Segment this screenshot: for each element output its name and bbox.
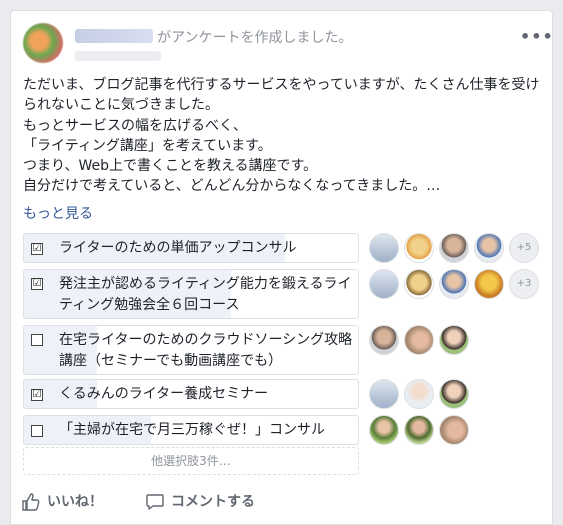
poll-option-5[interactable]: 「主婦が在宅で月三万稼ぐぜ！」コンサル [23,415,359,445]
more-options-icon[interactable]: ••• [520,27,554,46]
post-action-text: がアンケートを作成しました。 [157,30,353,46]
poll-option-label: 在宅ライターのためのクラウドソーシング攻略講座（セミナーでも動画講座でも） [59,332,353,369]
poll-option-3[interactable]: 在宅ライターのためのクラウドソーシング攻略講座（セミナーでも動画講座でも） [23,325,359,375]
voter-avatar[interactable] [369,269,399,299]
like-button[interactable]: いいね！ [21,490,111,514]
voter-avatar[interactable] [369,325,399,355]
checkbox-icon[interactable]: ☑ [31,389,43,401]
voter-avatar[interactable] [474,269,504,299]
voter-avatar[interactable] [439,325,469,355]
voter-avatar[interactable] [439,379,469,409]
see-more-link[interactable]: もっと見る [23,203,93,223]
checkbox-icon[interactable] [31,334,43,346]
comment-icon [146,494,164,510]
checkbox-icon[interactable]: ☑ [31,278,43,290]
voter-avatar[interactable] [439,415,469,445]
post-actions: いいね！ コメントする [21,488,321,516]
voter-avatar[interactable] [439,269,469,299]
poll-option-1[interactable]: ☑ ライターのための単価アップコンサル [23,233,359,263]
voter-avatar[interactable] [404,379,434,409]
post-header: がアンケートを作成しました。 ••• [23,23,553,63]
poll-option-label: 「主婦が在宅で月三万稼ぐぜ！」コンサル [59,422,325,438]
voter-avatar[interactable] [369,379,399,409]
voter-avatar[interactable] [404,325,434,355]
comment-label: コメントする [171,494,255,510]
poll-option-label: くるみんのライター養成セミナー [59,386,269,402]
voter-avatar[interactable] [369,233,399,263]
more-voters-badge[interactable]: +3 [509,269,539,299]
like-label: いいね！ [47,494,103,510]
author-avatar[interactable] [23,23,63,63]
more-voters-badge[interactable]: +5 [509,233,539,263]
voter-avatar[interactable] [404,233,434,263]
poll-option-label: ライターのための単価アップコンサル [59,240,297,256]
poll-option-2[interactable]: ☑ 発注主が認めるライティング能力を鍛えるライティング勉強会全６回コース [23,269,359,319]
voter-avatar[interactable] [404,269,434,299]
checkbox-icon[interactable] [31,425,43,437]
poll-post-card: がアンケートを作成しました。 ••• ただいま、ブログ記事を代行するサービスをや… [10,10,553,525]
thumbs-up-icon [22,493,40,511]
voter-avatar[interactable] [404,415,434,445]
timestamp-redacted[interactable] [75,51,161,61]
voter-avatar[interactable] [369,415,399,445]
author-name-redacted[interactable] [75,29,153,43]
poll-option-label: 発注主が認めるライティング能力を鍛えるライティング勉強会全６回コース [59,276,352,313]
post-body: ただいま、ブログ記事を代行するサービスをやっていますが、たくさん仕事を受けられな… [23,77,540,195]
checkbox-icon[interactable]: ☑ [31,243,43,255]
voter-avatar[interactable] [439,233,469,263]
voter-avatar[interactable] [474,233,504,263]
poll-option-4[interactable]: ☑ くるみんのライター養成セミナー [23,379,359,409]
more-options-link[interactable]: 他選択肢3件… [23,447,359,475]
comment-button[interactable]: コメントする [145,490,285,514]
